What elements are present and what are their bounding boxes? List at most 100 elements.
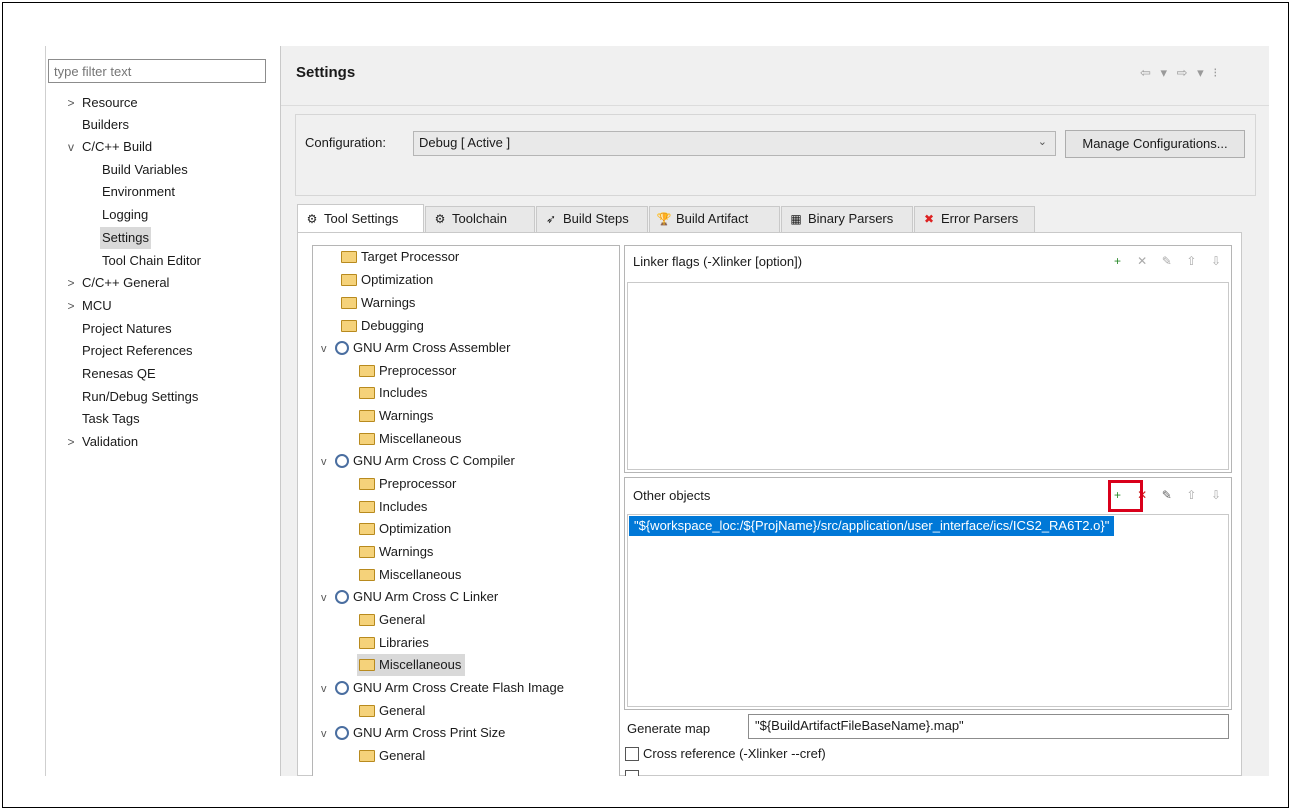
tree-item[interactable]: Miscellaneous	[359, 564, 461, 586]
folder-icon	[359, 750, 375, 762]
edit-icon[interactable]: ✎	[1158, 486, 1176, 504]
cross-reference-checkbox[interactable]	[625, 747, 639, 761]
tree-item-selected[interactable]: Miscellaneous	[357, 654, 466, 676]
tree-item[interactable]: General	[359, 609, 425, 631]
nav-item-build-variables[interactable]: Build Variables	[102, 159, 188, 181]
delete-icon[interactable]: ✕	[1133, 252, 1151, 270]
filter-input[interactable]	[48, 59, 266, 83]
tree-item[interactable]: Optimization	[341, 269, 433, 291]
settings-header	[281, 46, 1269, 106]
folder-icon	[359, 637, 375, 649]
folder-icon	[341, 297, 357, 309]
tab-error-parsers[interactable]: ✖ Error Parsers	[914, 206, 1035, 232]
nav-item-settings[interactable]: Settings	[100, 227, 151, 249]
tree-item[interactable]: General	[359, 745, 425, 767]
nav-item-validation[interactable]: > Validation	[64, 431, 138, 453]
other-objects-title: Other objects	[633, 488, 711, 503]
manage-configurations-button[interactable]: Manage Configurations...	[1065, 130, 1245, 158]
other-objects-list[interactable]: "${workspace_loc:/${ProjName}/src/applic…	[627, 514, 1229, 707]
chevron-right-icon[interactable]: >	[64, 92, 78, 114]
tree-item[interactable]: Includes	[359, 382, 427, 404]
nav-item-logging[interactable]: Logging	[102, 204, 148, 226]
tree-item[interactable]: Includes	[359, 496, 427, 518]
tree-item[interactable]: v GNU Arm Cross Assembler	[321, 337, 510, 359]
folder-icon	[359, 569, 375, 581]
left-edge-line	[45, 46, 46, 776]
nav-item-renesas-qe[interactable]: Renesas QE	[82, 363, 156, 385]
chevron-down-icon[interactable]: v	[321, 723, 335, 745]
nav-item-resource[interactable]: > Resource	[64, 92, 137, 114]
move-up-icon[interactable]: ⇧	[1182, 486, 1200, 504]
tab-toolchain[interactable]: ⚙ Toolchain	[425, 206, 535, 232]
configuration-value: Debug [ Active ]	[419, 135, 511, 150]
build-steps-icon: ➶	[545, 212, 557, 226]
nav-item-builders[interactable]: Builders	[82, 114, 129, 136]
chevron-right-icon[interactable]: >	[64, 295, 78, 317]
generate-map-label: Generate map	[627, 721, 711, 736]
list-item[interactable]: "${workspace_loc:/${ProjName}/src/applic…	[629, 516, 1115, 536]
configuration-select[interactable]: Debug [ Active ] ⌄	[413, 131, 1056, 156]
chevron-down-icon[interactable]: v	[321, 678, 335, 700]
tree-item[interactable]: v GNU Arm Cross Create Flash Image	[321, 677, 564, 699]
chevron-down-icon[interactable]: v	[321, 451, 335, 473]
move-down-icon[interactable]: ⇩	[1207, 486, 1225, 504]
tree-item[interactable]: Libraries	[359, 632, 429, 654]
tree-item[interactable]: Miscellaneous	[359, 428, 461, 450]
nav-item-task-tags[interactable]: Task Tags	[82, 408, 140, 430]
gear-icon	[335, 341, 349, 355]
nav-item-run-debug-settings[interactable]: Run/Debug Settings	[82, 386, 198, 408]
tree-item[interactable]: General	[359, 700, 425, 722]
chevron-down-icon[interactable]: v	[321, 338, 335, 360]
gear-icon	[335, 454, 349, 468]
folder-icon	[359, 478, 375, 490]
configuration-label: Configuration:	[305, 135, 386, 150]
gear-icon	[335, 726, 349, 740]
tree-item[interactable]: Optimization	[359, 518, 451, 540]
history-nav-icons[interactable]: ⇦ ▾ ⇨ ▾ ⁝	[1140, 65, 1220, 81]
partial-checkbox[interactable]	[625, 770, 639, 776]
nav-item-cpp-build[interactable]: v C/C++ Build	[64, 136, 152, 158]
panel-header: Linker flags (-Xlinker [option]) + ✕ ✎ ⇧…	[625, 246, 1231, 278]
linker-flags-toolbar: + ✕ ✎ ⇧ ⇩	[1106, 252, 1226, 270]
tree-item[interactable]: v GNU Arm Cross C Linker	[321, 586, 498, 608]
folder-icon	[359, 523, 375, 535]
nav-item-tool-chain-editor[interactable]: Tool Chain Editor	[102, 250, 201, 272]
tree-item[interactable]: Preprocessor	[359, 360, 456, 382]
error-icon: ✖	[923, 212, 935, 226]
chevron-right-icon[interactable]: >	[64, 272, 78, 294]
chevron-down-icon[interactable]: ⌄	[1038, 135, 1047, 148]
tree-item[interactable]: Warnings	[359, 541, 433, 563]
tab-tool-settings[interactable]: ⚙ Tool Settings	[297, 204, 424, 232]
linker-flags-title: Linker flags (-Xlinker [option])	[633, 254, 803, 269]
edit-icon[interactable]: ✎	[1158, 252, 1176, 270]
tree-item[interactable]: Debugging	[341, 315, 424, 337]
gear-icon	[335, 590, 349, 604]
chevron-right-icon[interactable]: >	[64, 431, 78, 453]
cross-reference-option[interactable]: Cross reference (-Xlinker --cref)	[625, 746, 826, 761]
tree-item[interactable]: Warnings	[359, 405, 433, 427]
folder-icon	[341, 320, 357, 332]
nav-item-project-references[interactable]: Project References	[82, 340, 193, 362]
tree-item[interactable]: v GNU Arm Cross Print Size	[321, 722, 505, 744]
chevron-down-icon[interactable]: v	[321, 587, 335, 609]
add-icon[interactable]: +	[1109, 252, 1127, 270]
tree-item[interactable]: Warnings	[341, 292, 415, 314]
tab-build-steps[interactable]: ➶ Build Steps	[536, 206, 648, 232]
delete-button-highlight	[1108, 480, 1143, 512]
binary-icon: ▦	[790, 212, 802, 226]
tree-item[interactable]: Target Processor	[341, 246, 459, 268]
chevron-down-icon[interactable]: v	[64, 136, 78, 158]
move-up-icon[interactable]: ⇧	[1182, 252, 1200, 270]
tree-item[interactable]: Preprocessor	[359, 473, 456, 495]
generate-map-field[interactable]: "${BuildArtifactFileBaseName}.map"	[748, 714, 1229, 739]
nav-item-project-natures[interactable]: Project Natures	[82, 318, 172, 340]
linker-flags-list[interactable]	[627, 282, 1229, 470]
tree-item[interactable]: v GNU Arm Cross C Compiler	[321, 450, 515, 472]
move-down-icon[interactable]: ⇩	[1207, 252, 1225, 270]
page-title: Settings	[296, 64, 356, 81]
nav-item-cpp-general[interactable]: > C/C++ General	[64, 272, 169, 294]
nav-item-mcu[interactable]: > MCU	[64, 295, 111, 317]
tab-build-artifact[interactable]: 🏆 Build Artifact	[649, 206, 780, 232]
tab-binary-parsers[interactable]: ▦ Binary Parsers	[781, 206, 913, 232]
nav-item-environment[interactable]: Environment	[102, 181, 175, 203]
